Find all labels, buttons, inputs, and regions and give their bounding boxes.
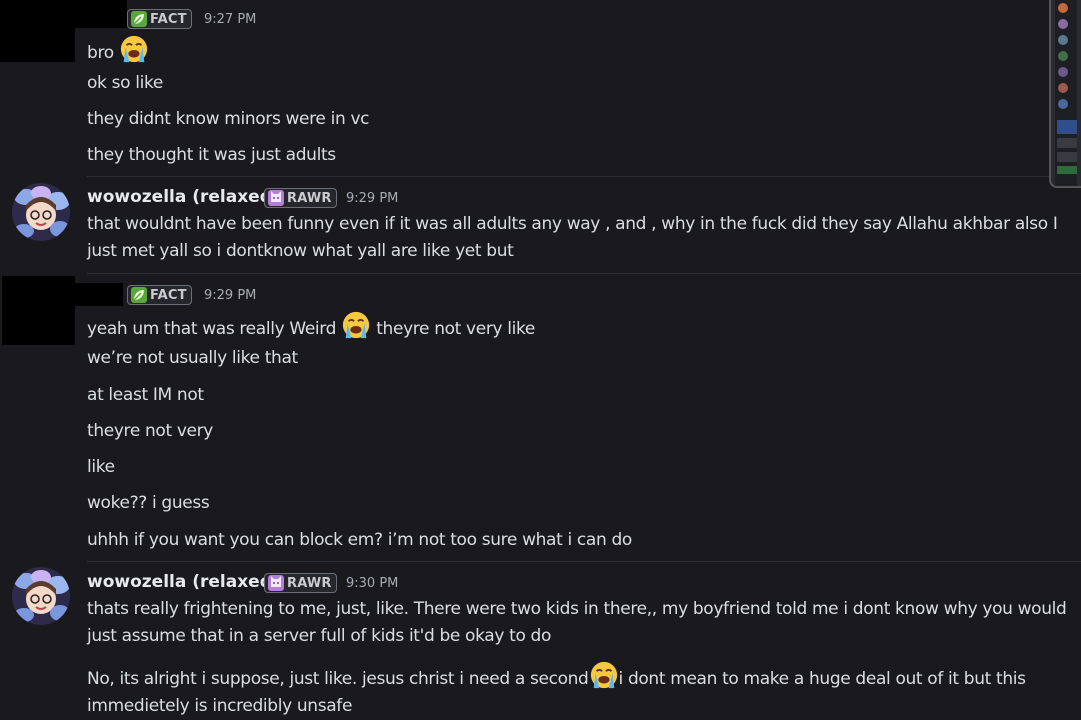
message-text: we’re not usually like that — [87, 348, 298, 368]
sob-emoji-icon[interactable] — [119, 34, 149, 64]
message-text: like — [87, 457, 115, 477]
message-text: bro — [87, 34, 149, 64]
redacted-avatar — [2, 276, 75, 345]
message-text: No, its alright i suppose, just like. je… — [87, 660, 1077, 720]
message-text-content: theyre not very like — [376, 319, 536, 339]
role-tag[interactable]: FACT — [127, 285, 192, 305]
username[interactable]: wowozella (relaxed) — [87, 572, 280, 592]
message-text-content: yeah um that was really Weird — [87, 319, 337, 339]
avatar-image-icon — [12, 183, 70, 241]
timestamp[interactable]: 9:30 PM — [346, 576, 398, 591]
role-tag-label: RAWR — [287, 575, 332, 591]
message-text-content: No, its alright i suppose, just like. je… — [87, 669, 589, 689]
leaf-icon — [131, 287, 147, 303]
message-text-content: bro — [87, 43, 114, 63]
timestamp[interactable]: 9:29 PM — [204, 288, 256, 303]
role-tag-label: FACT — [150, 11, 187, 27]
cat-face-icon — [268, 190, 284, 206]
message-text: at least IM not — [87, 385, 204, 405]
redacted-avatar — [0, 0, 75, 62]
sob-emoji-icon[interactable] — [589, 660, 619, 690]
role-tag-label: RAWR — [287, 190, 332, 206]
message-text: they didnt know minors were in vc — [87, 109, 370, 129]
chat-messages: FACT 9:27 PM bro ok so like they didnt k… — [0, 0, 1081, 716]
screenshot-thumbnail-icon — [1055, 0, 1081, 186]
cat-face-icon — [268, 575, 284, 591]
message-text: theyre not very — [87, 421, 214, 441]
message-text: woke?? i guess — [87, 493, 210, 513]
message-text: thats really frightening to me, just, li… — [87, 599, 1067, 646]
redacted-username — [75, 283, 123, 306]
message-divider — [87, 273, 1081, 274]
avatar-image-icon — [12, 567, 70, 625]
overlay-thumbnail[interactable] — [1049, 0, 1081, 188]
message-text: yeah um that was really Weird theyre not… — [87, 310, 535, 340]
role-tag[interactable]: FACT — [127, 9, 192, 29]
message-text: that wouldnt have been funny even if it … — [87, 214, 1058, 261]
avatar[interactable] — [12, 183, 70, 241]
timestamp[interactable]: 9:27 PM — [204, 12, 256, 27]
avatar[interactable] — [12, 567, 70, 625]
redacted-username — [75, 0, 127, 28]
message-divider — [87, 561, 1081, 562]
message-text: uhhh if you want you can block em? i’m n… — [87, 530, 632, 550]
leaf-icon — [131, 11, 147, 27]
role-tag-label: FACT — [150, 287, 187, 303]
timestamp[interactable]: 9:29 PM — [346, 191, 398, 206]
message-divider — [87, 176, 1081, 177]
role-tag[interactable]: RAWR — [264, 188, 337, 208]
message-text: ok so like — [87, 73, 163, 93]
sob-emoji-icon[interactable] — [341, 310, 371, 340]
message-text: they thought it was just adults — [87, 145, 336, 165]
username[interactable]: wowozella (relaxed) — [87, 187, 280, 207]
role-tag[interactable]: RAWR — [264, 573, 337, 593]
